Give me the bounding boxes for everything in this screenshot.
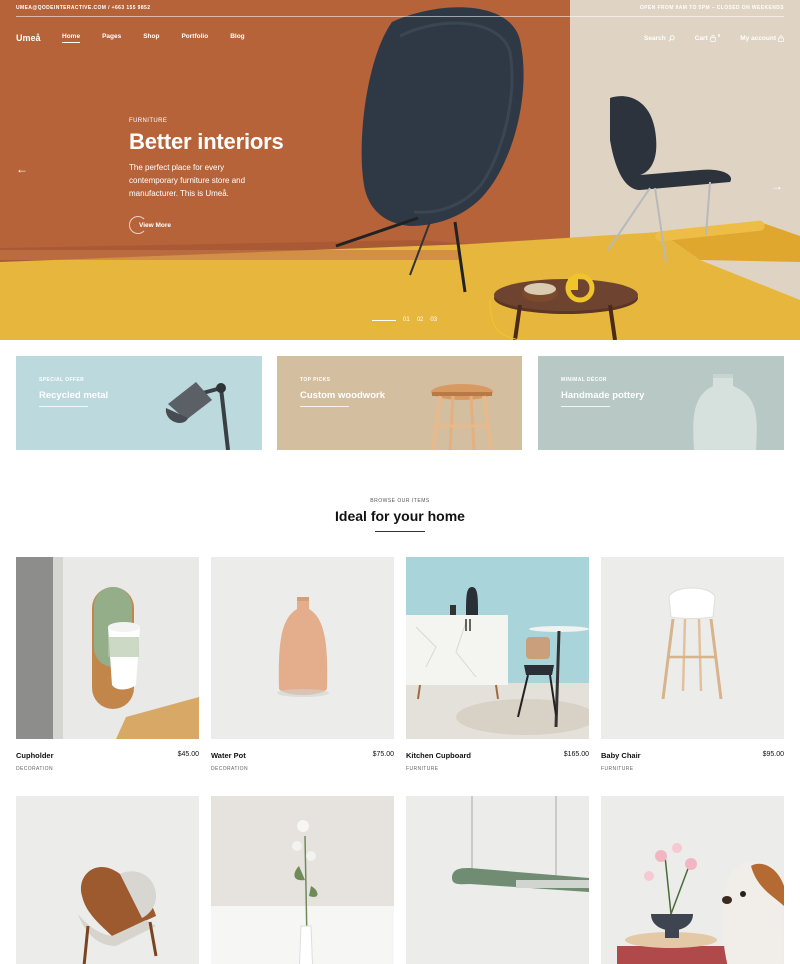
product-card-orchid-bowl[interactable] (601, 796, 784, 964)
product-image[interactable] (601, 796, 784, 964)
promo-underline (39, 406, 88, 407)
hero-eyebrow: FURNITURE (129, 118, 168, 124)
promo-handmade-pottery[interactable]: MINIMAL DÉCOR Handmade pottery (538, 356, 784, 450)
product-category[interactable]: FURNITURE (406, 766, 589, 772)
promo-title: Custom woodwork (300, 390, 385, 401)
hero-slider: UMEA@QODEINTERACTIVE.COM / +663 155 9852… (0, 0, 800, 340)
product-name[interactable]: Kitchen Cupboard (406, 751, 471, 760)
baby-chair-image (601, 557, 784, 739)
product-name[interactable]: Cupholder (16, 751, 54, 760)
product-price: $75.00 (372, 751, 394, 758)
nav-item-shop[interactable]: Shop (143, 33, 159, 43)
view-more-button[interactable]: View More (129, 216, 171, 234)
next-slide-arrow-icon[interactable]: → (771, 180, 783, 192)
product-category[interactable]: FURNITURE (601, 766, 784, 772)
product-image[interactable] (16, 557, 199, 739)
nav-item-portfolio[interactable]: Portfolio (181, 33, 208, 43)
lock-icon (778, 34, 784, 42)
product-card-cupholder[interactable]: Cupholder $45.00 DECORATION (16, 557, 199, 772)
section-divider (375, 531, 425, 532)
promo-title: Recycled metal (39, 390, 109, 401)
product-price: $45.00 (177, 751, 199, 758)
pendant-lamp-image (406, 796, 589, 964)
product-card-baby-chair[interactable]: Baby Chair $95.00 FURNITURE (601, 557, 784, 772)
flower-vase-image (211, 796, 394, 964)
kitchen-cupboard-image (406, 557, 589, 739)
search-label: Search (644, 34, 666, 42)
product-card-flower-vase[interactable] (211, 796, 394, 964)
view-more-label: View More (139, 221, 172, 229)
promo-eyebrow: MINIMAL DÉCOR (561, 377, 607, 383)
stool-image (277, 356, 522, 450)
product-image[interactable] (406, 796, 589, 964)
section-title: Ideal for your home (335, 508, 465, 524)
product-image[interactable] (211, 796, 394, 964)
product-price: $95.00 (762, 751, 784, 758)
product-name[interactable]: Baby Chair (601, 751, 641, 760)
product-category[interactable]: DECORATION (16, 766, 199, 772)
opening-hours: OPEN FROM 9AM TO 5PM – CLOSED ON WEEKEND… (639, 5, 784, 11)
bag-icon (710, 34, 716, 42)
promo-eyebrow: SPECIAL OFFER (39, 377, 85, 383)
contact-info: UMEA@QODEINTERACTIVE.COM / +663 155 9852 (16, 5, 151, 11)
vase-image (538, 356, 784, 450)
promo-underline (300, 406, 349, 407)
main-navigation: Umeå Home Pages Shop Portfolio Blog Sear… (16, 28, 784, 48)
product-image[interactable] (16, 796, 199, 964)
promo-title: Handmade pottery (561, 390, 645, 401)
hero-content: FURNITURE Better interiors The perfect p… (129, 118, 329, 234)
account-button[interactable]: My account (740, 35, 784, 42)
nav-item-pages[interactable]: Pages (102, 33, 121, 43)
prev-slide-arrow-icon[interactable]: ← (16, 163, 28, 175)
slide-pagination: 01 02 03 (372, 317, 437, 323)
nav-menu: Home Pages Shop Portfolio Blog (62, 33, 267, 43)
top-info-bar: UMEA@QODEINTERACTIVE.COM / +663 155 9852… (16, 0, 784, 17)
cupholder-image (16, 557, 199, 739)
hero-title: Better interiors (129, 129, 284, 154)
section-eyebrow: BROWSE OUR ITEMS (370, 498, 430, 504)
hero-description: The perfect place for every contemporary… (129, 163, 246, 198)
product-card-lounge-chair[interactable] (16, 796, 199, 964)
product-name[interactable]: Water Pot (211, 751, 246, 760)
product-price: $165.00 (563, 751, 589, 758)
promo-custom-woodwork[interactable]: TOP PICKS Custom woodwork (277, 356, 523, 450)
site-logo[interactable]: Umeå (16, 33, 62, 43)
product-image[interactable] (406, 557, 589, 739)
product-card-kitchen-cupboard[interactable]: Kitchen Cupboard $165.00 FURNITURE (406, 557, 589, 772)
product-category[interactable]: DECORATION (211, 766, 394, 772)
promo-recycled-metal[interactable]: SPECIAL OFFER Recycled metal (16, 356, 262, 450)
slide-02[interactable]: 02 (417, 317, 424, 323)
active-slide-indicator (372, 319, 396, 321)
account-label: My account (740, 34, 776, 42)
product-image[interactable] (211, 557, 394, 739)
product-card-pendant-lamp[interactable] (406, 796, 589, 964)
slide-01[interactable]: 01 (403, 317, 410, 323)
search-button[interactable]: Search (644, 35, 675, 42)
cart-count: 0 (717, 32, 721, 38)
lounge-chair-image (16, 796, 199, 964)
cart-button[interactable]: Cart 0 (694, 32, 721, 42)
product-card-water-pot[interactable]: Water Pot $75.00 DECORATION (211, 557, 394, 772)
promo-eyebrow: TOP PICKS (300, 377, 331, 383)
lamp-image (16, 356, 262, 450)
nav-item-blog[interactable]: Blog (230, 33, 244, 43)
nav-actions: Search Cart 0 My account (644, 32, 784, 42)
cart-label: Cart (694, 34, 708, 42)
promo-underline (561, 406, 610, 407)
slide-03[interactable]: 03 (430, 317, 437, 323)
hero-image (0, 0, 800, 340)
nav-item-home[interactable]: Home (62, 33, 81, 43)
search-icon (668, 34, 675, 42)
orchid-bowl-image (601, 796, 784, 964)
product-image[interactable] (601, 557, 784, 739)
water-pot-image (211, 557, 394, 739)
